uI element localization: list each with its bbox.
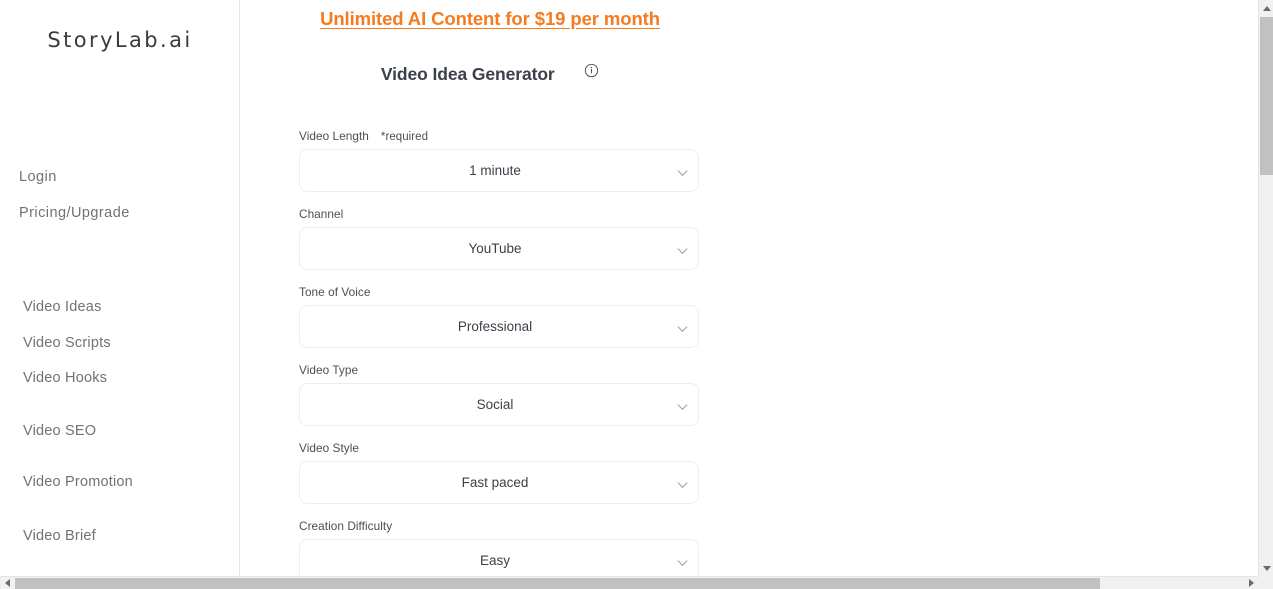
label-video-style-text: Video Style (299, 441, 360, 455)
select-channel-value: YouTube (468, 241, 522, 256)
select-creation-difficulty[interactable]: Easy (299, 539, 699, 576)
arrow-right-icon (1248, 579, 1254, 587)
vertical-scrollbar-thumb[interactable] (1260, 17, 1273, 175)
sidebar-item-video-brief[interactable]: Video Brief (23, 528, 238, 544)
label-video-style: Video Style (299, 441, 699, 455)
scroll-left-button[interactable] (0, 577, 14, 589)
sidebar-item-video-scripts[interactable]: Video Scripts (23, 335, 238, 351)
sidebar-tools-nav: Video Ideas Video Scripts Video Hooks Vi… (23, 300, 238, 576)
sidebar-account-nav: Login Pricing/Upgrade (19, 170, 229, 241)
promo-banner: Unlimited AI Content for $19 per month (240, 8, 740, 30)
arrow-up-icon (1262, 5, 1271, 11)
vertical-scrollbar[interactable] (1258, 0, 1273, 576)
label-channel: Channel (299, 207, 699, 221)
sidebar-item-video-hooks[interactable]: Video Hooks (23, 371, 238, 386)
page-content: StoryLab.ai Login Pricing/Upgrade Video … (0, 0, 1258, 576)
select-video-length[interactable]: 1 minute (299, 149, 699, 192)
field-tone-of-voice: Tone of Voice Professional (299, 285, 699, 348)
sidebar-item-pricing-upgrade[interactable]: Pricing/Upgrade (19, 205, 229, 221)
label-tone-of-voice: Tone of Voice (299, 285, 699, 299)
label-tone-of-voice-text: Tone of Voice (299, 285, 371, 299)
select-video-style[interactable]: Fast paced (299, 461, 699, 504)
horizontal-scrollbar-thumb[interactable] (15, 578, 1100, 589)
page-title: Video Idea Generator (380, 64, 555, 84)
scroll-down-button[interactable] (1259, 560, 1273, 576)
label-creation-difficulty-text: Creation Difficulty (299, 519, 393, 533)
main-content: Unlimited AI Content for $19 per month V… (240, 0, 1258, 576)
field-video-style: Video Style Fast paced (299, 441, 699, 504)
page-header: Video Idea Generator (240, 63, 740, 85)
field-video-length: Video Length *required 1 minute (299, 129, 699, 192)
sidebar-item-video-promotion[interactable]: Video Promotion (23, 475, 238, 490)
field-video-type: Video Type Social (299, 363, 699, 426)
select-video-type-value: Social (476, 397, 514, 412)
label-video-length-text: Video Length (299, 129, 369, 143)
select-creation-difficulty-value: Easy (479, 553, 510, 568)
select-tone-of-voice-value: Professional (457, 319, 533, 334)
sidebar-item-login[interactable]: Login (19, 170, 229, 185)
scroll-right-button[interactable] (1244, 577, 1258, 589)
select-tone-of-voice[interactable]: Professional (299, 305, 699, 348)
field-channel: Channel YouTube (299, 207, 699, 270)
select-channel[interactable]: YouTube (299, 227, 699, 270)
select-video-length-value: 1 minute (469, 163, 521, 178)
label-video-length: Video Length *required (299, 129, 699, 143)
scroll-up-button[interactable] (1259, 0, 1273, 16)
arrow-down-icon (1262, 565, 1271, 571)
arrow-left-icon (4, 579, 10, 587)
video-idea-form: Video Length *required 1 minute Channel Y… (299, 129, 699, 576)
required-note-video-length: *required (380, 131, 429, 143)
label-video-type-text: Video Type (299, 363, 359, 377)
info-circle-icon[interactable] (584, 63, 599, 78)
sidebar: StoryLab.ai Login Pricing/Upgrade Video … (0, 0, 240, 576)
horizontal-scrollbar[interactable] (0, 576, 1273, 589)
sidebar-item-video-seo[interactable]: Video SEO (23, 423, 238, 439)
select-video-type[interactable]: Social (299, 383, 699, 426)
brand-logo[interactable]: StoryLab.ai (0, 28, 240, 52)
browser-viewport: StoryLab.ai Login Pricing/Upgrade Video … (0, 0, 1273, 589)
scrollbar-corner (1258, 576, 1273, 589)
label-creation-difficulty: Creation Difficulty (299, 519, 699, 533)
promo-link[interactable]: Unlimited AI Content for $19 per month (320, 8, 660, 29)
label-channel-text: Channel (299, 207, 344, 221)
label-video-type: Video Type (299, 363, 699, 377)
field-creation-difficulty: Creation Difficulty Easy (299, 519, 699, 576)
sidebar-item-video-ideas[interactable]: Video Ideas (23, 300, 238, 315)
select-video-style-value: Fast paced (461, 475, 529, 490)
